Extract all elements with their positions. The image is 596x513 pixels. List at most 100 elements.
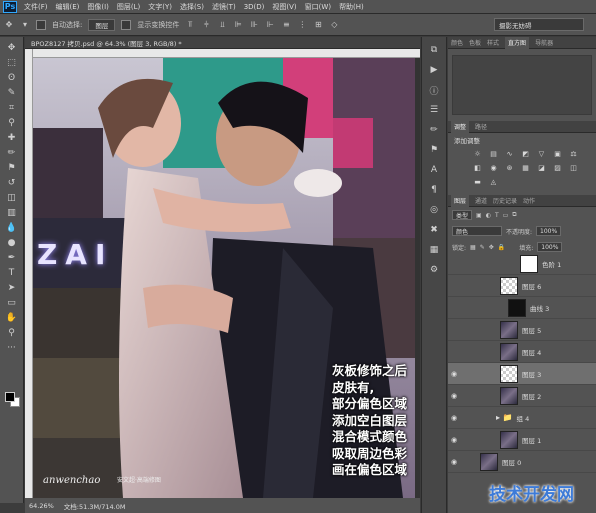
blend-mode-dropdown[interactable]: 颜色 [452, 226, 502, 236]
vertical-scrollbar[interactable] [415, 58, 420, 498]
brightness-icon[interactable]: ☼ [472, 149, 483, 159]
quick-select-tool-icon[interactable]: ✎ [4, 86, 20, 99]
horizontal-ruler[interactable] [33, 49, 420, 58]
workspace-dropdown[interactable]: 摄影无妨碍 [494, 18, 584, 31]
channel-mixer-icon[interactable]: ⊛ [504, 163, 515, 173]
levels-icon[interactable]: ▤ [488, 149, 499, 159]
marquee-tool-icon[interactable]: ⬚ [4, 56, 20, 69]
crop-tool-icon[interactable]: ⌗ [4, 101, 20, 114]
layer-row[interactable]: ◉ 图层 1 [448, 429, 596, 451]
move-tool-icon[interactable]: ✥ [4, 41, 20, 54]
filter-kind-dropdown[interactable]: 类型 [452, 210, 473, 220]
tab-history[interactable]: 历史记录 [493, 196, 517, 205]
invert-icon[interactable]: ◪ [536, 163, 547, 173]
gradient-tool-icon[interactable]: ▥ [4, 206, 20, 219]
align-left-icon[interactable]: ⊫ [233, 20, 243, 30]
menu-help[interactable]: 帮助(H) [335, 2, 368, 12]
eye-icon[interactable]: ◉ [448, 458, 460, 466]
opacity-field[interactable]: 100% [536, 226, 562, 236]
vibrance-icon[interactable]: ▽ [536, 149, 547, 159]
eye-icon[interactable]: ◉ [448, 436, 460, 444]
layer-row[interactable]: ◉ 图层 2 [448, 385, 596, 407]
align-top-icon[interactable]: ⫪ [185, 20, 195, 30]
info-icon[interactable]: ⓘ [427, 83, 441, 97]
properties-icon[interactable]: ☰ [427, 103, 441, 117]
filter-type-icon[interactable]: T [495, 212, 499, 219]
blur-tool-icon[interactable]: 💧 [4, 221, 20, 234]
menu-3d[interactable]: 3D(D) [240, 3, 269, 11]
dodge-tool-icon[interactable]: ● [4, 236, 20, 249]
distribute-icon[interactable]: ≡ [281, 20, 291, 30]
tab-layers[interactable]: 图层 [451, 194, 470, 207]
tab-actions[interactable]: 动作 [523, 196, 535, 205]
menu-layer[interactable]: 图层(L) [113, 2, 144, 12]
tab-paths[interactable]: 路径 [475, 122, 487, 131]
align-bottom-icon[interactable]: ⫫ [217, 20, 227, 30]
3d-icon[interactable]: ◎ [427, 203, 441, 217]
layer-group-row[interactable]: ◉ ▸ 📁 组 4 [448, 407, 596, 429]
tab-navigator[interactable]: 导航器 [535, 38, 553, 47]
brush-tool-icon[interactable]: ✏ [4, 146, 20, 159]
lock-transparent-icon[interactable]: ▦ [470, 244, 476, 251]
curves-icon[interactable]: ∿ [504, 149, 515, 159]
hand-tool-icon[interactable]: ✋ [4, 311, 20, 324]
layer-row[interactable]: 图层 6 [448, 275, 596, 297]
path-select-icon[interactable]: ➤ [4, 281, 20, 294]
eyedropper-tool-icon[interactable]: ⚲ [4, 116, 20, 129]
selective-color-icon[interactable]: ◬ [488, 177, 499, 187]
adjustments-icon[interactable]: ▦ [427, 243, 441, 257]
filter-adjust-icon[interactable]: ◐ [486, 212, 491, 219]
document-canvas[interactable]: ZAI 灰板修饰之后 皮肤有, 部分偏色区域 添加空白图层 混合模式颜色 吸取周… [33, 58, 415, 498]
settings-icon[interactable]: ⚙ [427, 263, 441, 277]
layer-row[interactable]: 色阶 1 [448, 253, 596, 275]
filter-pixel-icon[interactable]: ▣ [476, 212, 482, 219]
fill-field[interactable]: 100% [537, 242, 563, 252]
gradient-map-icon[interactable]: ▬ [472, 177, 483, 187]
menu-window[interactable]: 窗口(W) [301, 2, 335, 12]
tab-color[interactable]: 颜色 [451, 38, 463, 47]
healing-brush-icon[interactable]: ✚ [4, 131, 20, 144]
auto-select-checkbox[interactable] [36, 19, 46, 30]
lock-position-icon[interactable]: ✥ [489, 244, 494, 251]
color-lookup-icon[interactable]: ▦ [520, 163, 531, 173]
align-middle-icon[interactable]: ⫩ [201, 20, 211, 30]
eye-icon[interactable]: ◉ [448, 392, 460, 400]
menu-select[interactable]: 选择(S) [176, 2, 208, 12]
layer-row[interactable]: 曲线 3 [448, 297, 596, 319]
menu-type[interactable]: 文字(Y) [144, 2, 176, 12]
menu-edit[interactable]: 编辑(E) [52, 2, 84, 12]
filter-smart-icon[interactable]: ⧉ [512, 211, 516, 219]
move-tool-icon[interactable]: ✥ [4, 20, 14, 30]
lasso-tool-icon[interactable]: ʘ [4, 71, 20, 84]
document-tab[interactable]: BPOZ8127 拷贝.psd @ 64.3% (图层 3, RGB/8) * [25, 37, 420, 49]
menu-image[interactable]: 图像(I) [83, 2, 113, 12]
tab-swatches[interactable]: 色板 [469, 38, 481, 47]
hue-sat-icon[interactable]: ▣ [552, 149, 563, 159]
chevron-down-icon[interactable]: ▾ [20, 20, 30, 30]
vertical-ruler[interactable] [25, 49, 33, 498]
foreground-color-swatch[interactable] [5, 392, 15, 402]
clone-stamp-icon[interactable]: ⚑ [4, 161, 20, 174]
menu-file[interactable]: 文件(F) [20, 2, 52, 12]
layer-row-selected[interactable]: ◉ 图层 3 [448, 363, 596, 385]
exposure-icon[interactable]: ◩ [520, 149, 531, 159]
zoom-tool-icon[interactable]: ⚲ [4, 326, 20, 339]
menu-view[interactable]: 视图(V) [268, 2, 300, 12]
history-brush-icon[interactable]: ↺ [4, 176, 20, 189]
eye-icon[interactable]: ◉ [448, 370, 460, 378]
tab-histogram[interactable]: 直方图 [505, 36, 530, 49]
pen-tool-icon[interactable]: ✒ [4, 251, 20, 264]
character-icon[interactable]: A [427, 163, 441, 177]
actions-icon[interactable]: ▶ [427, 63, 441, 77]
layer-row[interactable]: 图层 5 [448, 319, 596, 341]
align-center-icon[interactable]: ⊪ [249, 20, 259, 30]
layer-row[interactable]: 图层 4 [448, 341, 596, 363]
threshold-icon[interactable]: ◫ [568, 163, 579, 173]
lock-image-icon[interactable]: ✎ [480, 244, 485, 251]
3d-mode-icon[interactable]: ◇ [329, 20, 339, 30]
shape-tool-icon[interactable]: ▭ [4, 296, 20, 309]
tools-preset-icon[interactable]: ✖ [427, 223, 441, 237]
brush-preset-icon[interactable]: ✏ [427, 123, 441, 137]
filter-shape-icon[interactable]: ▭ [503, 212, 509, 219]
layer-row[interactable]: ◉ 图层 0 [448, 451, 596, 473]
